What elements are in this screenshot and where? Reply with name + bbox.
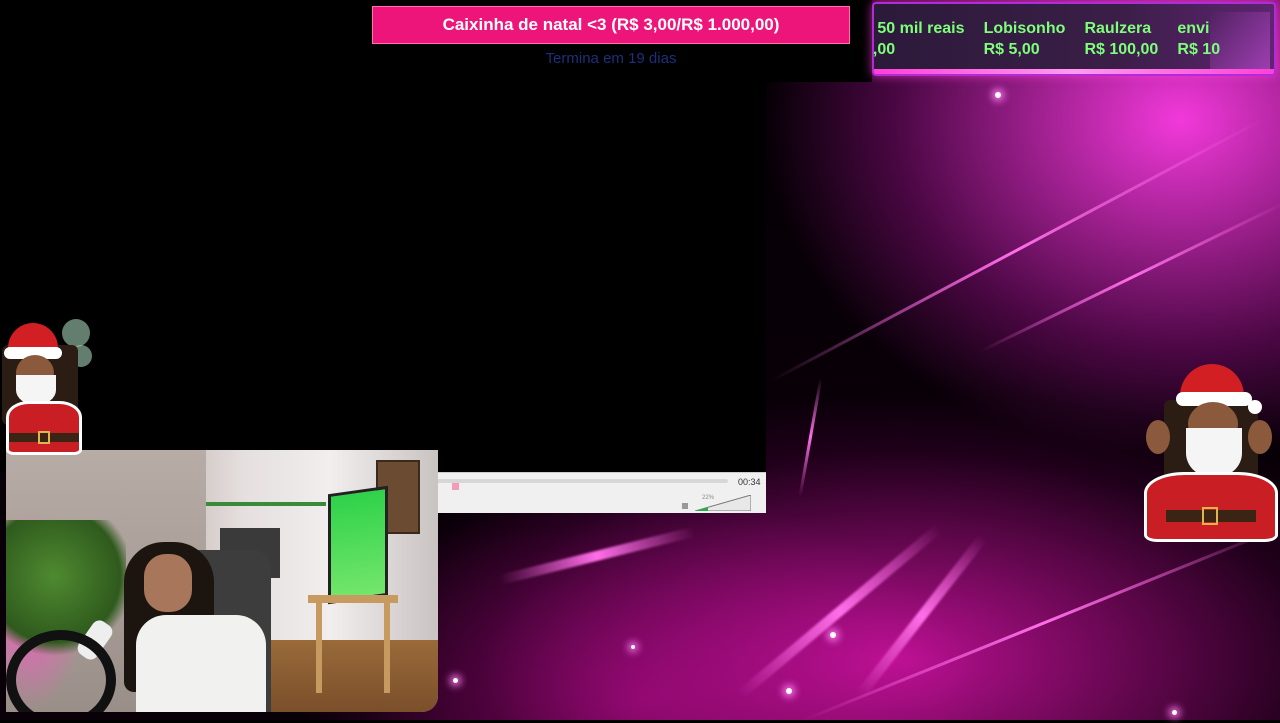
ticker-amount: R$ 10 xyxy=(1177,41,1221,58)
santa-hand-left xyxy=(1146,420,1170,454)
video-player-controls: 00:34 22% xyxy=(420,472,766,513)
ticker-amount: 0,00 xyxy=(872,41,896,58)
speaker-icon[interactable] xyxy=(682,503,688,509)
ticker-amount: R$ 100,00 xyxy=(1084,41,1159,58)
webcam-feed xyxy=(6,450,438,712)
seek-thumb[interactable] xyxy=(452,483,459,490)
santa-hand-right xyxy=(1248,420,1272,454)
goal-deadline: Termina em 19 dias xyxy=(545,50,677,67)
santa-sticker-right xyxy=(1136,360,1280,542)
cam-desk-leg xyxy=(316,603,322,693)
ticker-item: Lobisonho R$ 5,00 xyxy=(984,20,1066,59)
cam-tv xyxy=(328,485,388,605)
cam-trim xyxy=(206,502,326,506)
ticker-track: a 50 mil reais 0,00 Lobisonho R$ 5,00 Ra… xyxy=(872,20,1234,59)
goal-title: Caixinha de natal <3 (R$ 3,00/R$ 1.000,0… xyxy=(442,15,780,34)
streamer-face xyxy=(144,554,192,612)
ticker-donor: Lobisonho xyxy=(983,20,1066,37)
santa-sticker-left xyxy=(0,315,95,455)
santa-coat xyxy=(6,401,82,455)
santa-buckle xyxy=(38,431,50,444)
playback-time: 00:34 xyxy=(738,477,761,487)
sparkle xyxy=(1172,710,1177,715)
sparkle xyxy=(995,92,1001,98)
stage-area xyxy=(0,0,766,472)
ticker-item: envi R$ 10 xyxy=(1177,20,1220,59)
cam-desk-leg xyxy=(384,603,390,693)
donation-goal-bar: Caixinha de natal <3 (R$ 3,00/R$ 1.000,0… xyxy=(372,6,850,44)
sparkle xyxy=(786,688,792,694)
donation-ticker: a 50 mil reais 0,00 Lobisonho R$ 5,00 Ra… xyxy=(872,2,1276,76)
volume-slider[interactable] xyxy=(695,495,751,511)
ticker-item: a 50 mil reais 0,00 xyxy=(872,20,965,59)
ticker-donor: a 50 mil reais xyxy=(872,20,965,37)
ticker-item: Raulzera R$ 100,00 xyxy=(1084,20,1158,59)
ticker-donor: envi xyxy=(1177,20,1210,37)
ticker-amount: R$ 5,00 xyxy=(983,41,1040,58)
sparkle xyxy=(453,678,458,683)
santa-beard xyxy=(1186,428,1242,478)
cam-desk xyxy=(308,595,398,603)
seek-bar[interactable] xyxy=(422,479,728,483)
santa-buckle xyxy=(1202,507,1218,525)
ticker-donor: Raulzera xyxy=(1084,20,1152,37)
sparkle xyxy=(830,632,836,638)
streamer-shirt xyxy=(136,615,266,712)
smoke-puff xyxy=(62,319,90,347)
sparkle xyxy=(631,645,635,649)
